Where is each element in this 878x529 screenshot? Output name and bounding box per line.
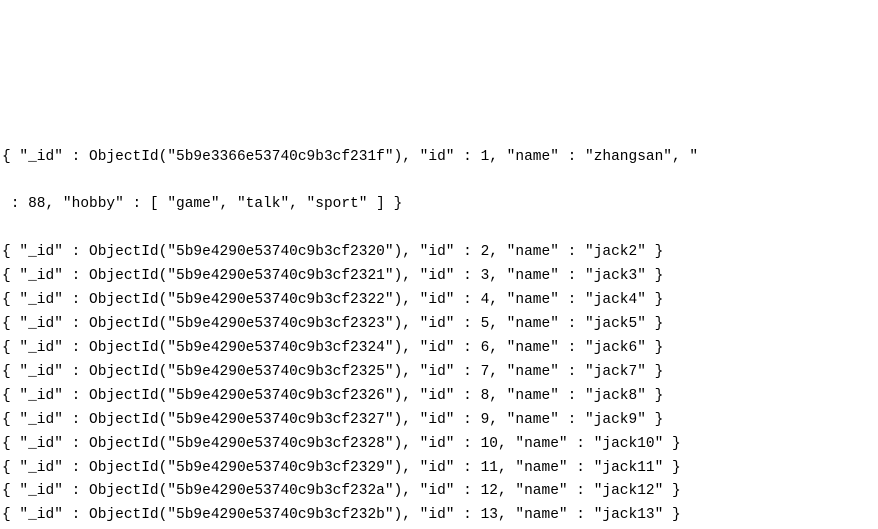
record-line: { "_id" : ObjectId("5b9e4290e53740c9b3cf… — [2, 241, 878, 265]
record-line: { "_id" : ObjectId("5b9e4290e53740c9b3cf… — [2, 457, 878, 481]
record-line-first-b: : 88, "hobby" : [ "game", "talk", "sport… — [2, 193, 878, 217]
record-line: { "_id" : ObjectId("5b9e4290e53740c9b3cf… — [2, 409, 878, 433]
record-line: { "_id" : ObjectId("5b9e4290e53740c9b3cf… — [2, 265, 878, 289]
records-container: { "_id" : ObjectId("5b9e4290e53740c9b3cf… — [2, 241, 878, 529]
record-line: { "_id" : ObjectId("5b9e4290e53740c9b3cf… — [2, 313, 878, 337]
record-line: { "_id" : ObjectId("5b9e4290e53740c9b3cf… — [2, 385, 878, 409]
record-line: { "_id" : ObjectId("5b9e4290e53740c9b3cf… — [2, 504, 878, 528]
record-line: { "_id" : ObjectId("5b9e4290e53740c9b3cf… — [2, 433, 878, 457]
record-line: { "_id" : ObjectId("5b9e4290e53740c9b3cf… — [2, 528, 878, 529]
record-line: { "_id" : ObjectId("5b9e4290e53740c9b3cf… — [2, 361, 878, 385]
mongo-shell-output: { "_id" : ObjectId("5b9e3366e53740c9b3cf… — [0, 120, 878, 529]
record-line: { "_id" : ObjectId("5b9e4290e53740c9b3cf… — [2, 337, 878, 361]
record-line: { "_id" : ObjectId("5b9e4290e53740c9b3cf… — [2, 480, 878, 504]
record-line: { "_id" : ObjectId("5b9e4290e53740c9b3cf… — [2, 289, 878, 313]
record-line-first-a: { "_id" : ObjectId("5b9e3366e53740c9b3cf… — [2, 146, 878, 170]
